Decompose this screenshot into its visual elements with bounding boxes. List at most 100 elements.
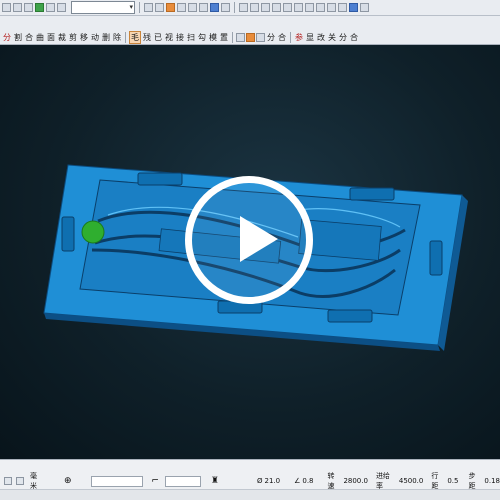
snap-icon[interactable] [327,3,336,12]
cmd-param[interactable]: 参 [294,32,304,43]
tool-field[interactable] [164,475,201,487]
snap-toggle-icon[interactable] [15,477,24,485]
cmd-remove[interactable]: 除 [112,32,122,43]
tool-holder-icon[interactable]: ♜ [211,476,219,486]
mount-slot [349,187,395,201]
save-icon[interactable] [13,3,22,12]
cmd-clip[interactable]: 剪 [68,32,78,43]
crosshair-icon[interactable]: ⊕ [64,476,72,486]
cmd-trim[interactable]: 裁 [57,32,67,43]
cmd-show[interactable]: 显 [305,32,315,43]
coordinate-field[interactable] [91,475,144,487]
status-bar: 毫米 ⊕ ⌐ ♜ Ø 21.0 ∠ 0.8 转速 2800.0 进给率 4500… [0,459,500,500]
mount-slot-right [429,240,443,276]
cmd-sweep[interactable]: 扫 [186,32,196,43]
layers-icon[interactable] [57,3,66,12]
toolbar-separator [290,31,291,43]
mount-slot-left [61,216,75,252]
corner-icon: ∠ [294,477,301,485]
cmd-combine[interactable]: 合 [277,32,287,43]
pan-icon[interactable] [294,3,303,12]
cmd-change[interactable]: 改 [316,32,326,43]
filter-icon[interactable] [35,3,44,12]
cmd-split[interactable]: 分 [2,32,12,43]
tool-diameter-value[interactable]: 21.0 [264,477,280,485]
step-down: 步距 0.18 [468,471,500,491]
diameter-icon: Ø [256,477,263,485]
print-icon[interactable] [24,3,33,12]
horizontal-scrollbar[interactable] [0,489,500,500]
chevron-down-icon: ▾ [129,3,133,11]
grid-icon[interactable] [46,3,55,12]
cmd-delete[interactable]: 删 [101,32,111,43]
cmd-place[interactable]: 置 [219,32,229,43]
step-label: 行距 [431,472,439,490]
spindle-label: 转速 [327,472,335,490]
cmd-motion[interactable]: 动 [90,32,100,43]
toolbar-separator [232,31,233,43]
viewport-3d[interactable] [0,45,500,459]
delete-icon[interactable] [210,3,219,12]
wireframe-icon[interactable] [360,3,369,12]
corner-radius-value[interactable]: 0.8 [302,477,313,485]
cmd-split2[interactable]: 分 [338,32,348,43]
mount-slot [137,172,183,186]
feed-label: 进给率 [375,472,390,490]
rotate-icon[interactable] [305,3,314,12]
cmd-hook[interactable]: 勾 [197,32,207,43]
undo-icon[interactable] [144,3,153,12]
cmd-move[interactable]: 移 [79,32,89,43]
command-toolbar: 分 割 合 曲 面 裁 剪 移 动 删 除 毛 残 已 视 接 扫 勾 模 置 … [0,16,500,45]
cmd-curve[interactable]: 曲 [35,32,45,43]
grid-icon[interactable] [236,32,245,42]
paste-icon[interactable] [199,3,208,12]
feed-rate: 进给率 4500.0 [376,471,423,491]
cmd-view[interactable]: 视 [164,32,174,43]
cmd-done[interactable]: 已 [153,32,163,43]
view-iso-icon[interactable] [272,3,281,12]
step-value[interactable]: 0.5 [447,477,458,485]
copy-icon[interactable] [188,3,197,12]
depth-value[interactable]: 0.18 [484,477,500,485]
cmd-merge2[interactable]: 合 [349,32,359,43]
play-button[interactable] [185,176,313,304]
mount-slot [327,309,373,323]
cmd-divide[interactable]: 分 [266,32,276,43]
unit-label: 毫米 [29,472,37,490]
toolbar-separator [139,2,140,13]
view-top-icon[interactable] [250,3,259,12]
cmd-rough[interactable]: 毛 [129,30,141,44]
play-icon [240,216,278,262]
main-toolbar: ▾ [0,0,500,16]
layer-icon[interactable] [256,32,265,42]
zoom-icon[interactable] [283,3,292,12]
tool-icon[interactable] [246,32,255,42]
view-front-icon[interactable] [239,3,248,12]
cmd-cut[interactable]: 割 [13,32,23,43]
layer-dropdown[interactable]: ▾ [71,1,135,14]
tool-shape-icon[interactable]: ⌐ [151,476,159,486]
spindle-value[interactable]: 2800.0 [343,477,368,485]
light-icon[interactable] [338,3,347,12]
cmd-mold[interactable]: 模 [208,32,218,43]
cmd-connect[interactable]: 接 [175,32,185,43]
step-over: 行距 0.5 [431,471,458,491]
cmd-close[interactable]: 关 [327,32,337,43]
select-icon[interactable] [221,3,230,12]
spindle-speed: 转速 2800.0 [328,471,368,491]
measure-icon[interactable] [316,3,325,12]
toolbar-separator [234,2,235,13]
cmd-residual[interactable]: 残 [142,32,152,43]
depth-label: 步距 [468,472,476,490]
shade-icon[interactable] [349,3,358,12]
view-side-icon[interactable] [261,3,270,12]
cmd-merge[interactable]: 合 [24,32,34,43]
folder-icon[interactable] [2,3,11,12]
redo-icon[interactable] [155,3,164,12]
grid-toggle-icon[interactable] [4,477,12,485]
cursor-marker [81,220,105,244]
cmd-surface[interactable]: 面 [46,32,56,43]
cut-icon[interactable] [177,3,186,12]
color-wheel-icon[interactable] [166,3,175,12]
feed-value[interactable]: 4500.0 [399,477,424,485]
